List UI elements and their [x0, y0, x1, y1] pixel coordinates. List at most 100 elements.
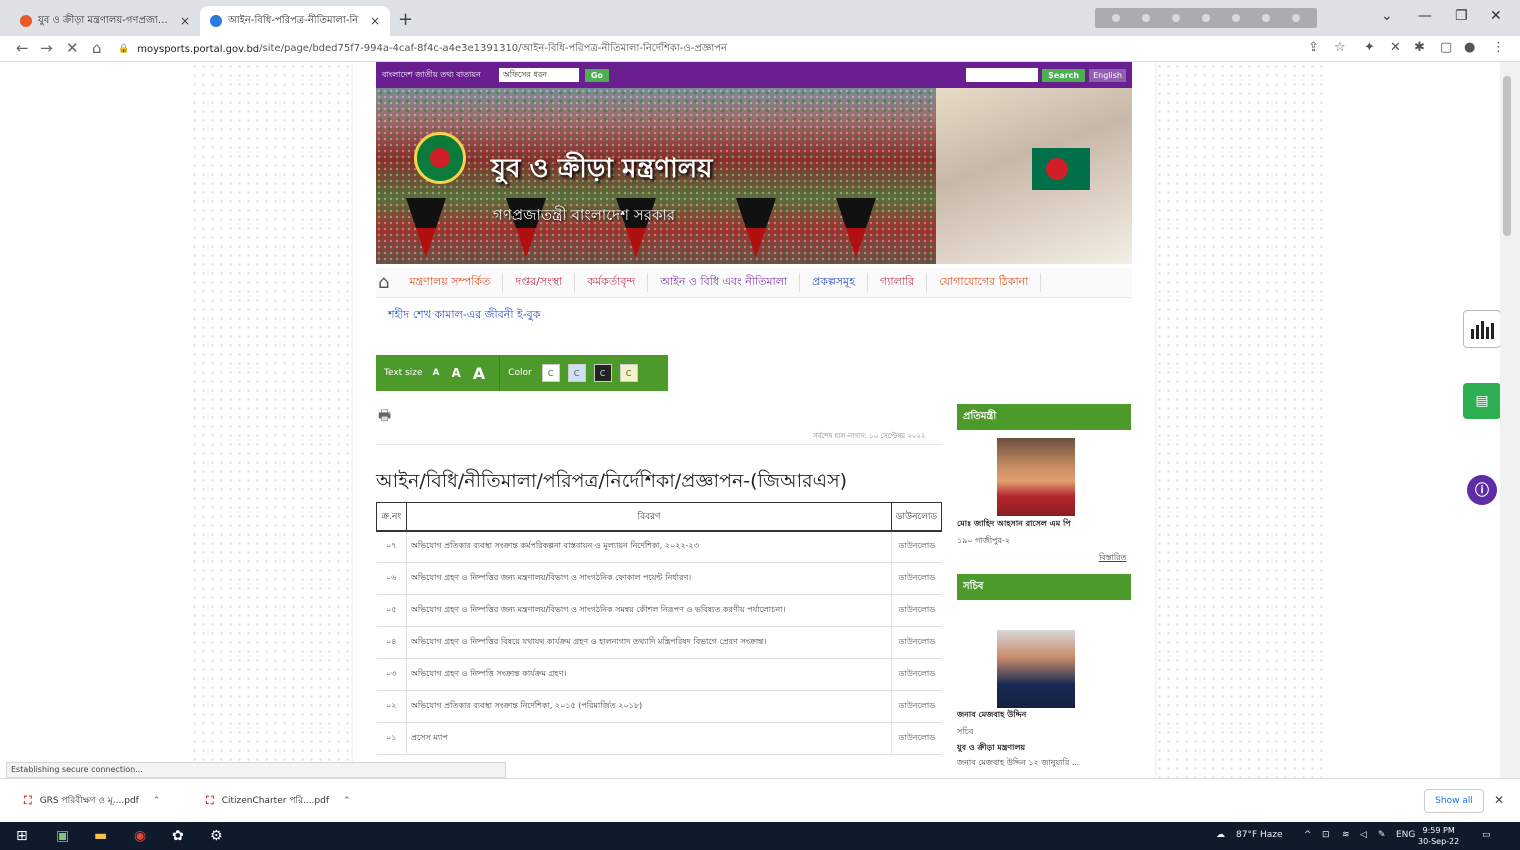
- go-button[interactable]: Go: [584, 68, 609, 82]
- page-title: আইন/বিধি/নীতিমালা/পরিপত্র/নির্দেশিকা/প্র…: [376, 470, 848, 492]
- download-item-2[interactable]: ⛶ CitizenCharter পরি....pdf ⌃: [206, 793, 351, 808]
- weather-status[interactable]: 87°F Haze: [1236, 830, 1283, 840]
- color-swatch-blue[interactable]: C: [567, 364, 586, 382]
- download-link[interactable]: ডাউনলোড: [891, 658, 942, 691]
- accessibility-icon[interactable]: ⓘ: [1467, 475, 1497, 505]
- pdf-icon: ⛶: [206, 793, 214, 807]
- chrome-app-icon[interactable]: ◉: [134, 828, 146, 844]
- text-size-small-button[interactable]: A: [433, 368, 440, 378]
- color-swatch-dark[interactable]: C: [593, 364, 612, 382]
- wifi-icon[interactable]: ≋: [1342, 830, 1350, 840]
- new-tab-icon[interactable]: +: [398, 9, 413, 30]
- back-icon[interactable]: ←: [16, 39, 29, 57]
- tab-title: আইন-বিধি-পরিপত্র-নীতিমালা-নি: [228, 14, 359, 26]
- network-icon[interactable]: ⊡: [1322, 830, 1330, 840]
- secretary-title: সচিব: [957, 727, 974, 736]
- stop-icon[interactable]: ✕: [66, 39, 79, 57]
- minister-details-link[interactable]: বিস্তারিত: [1099, 552, 1127, 565]
- site-search-input[interactable]: [966, 68, 1039, 82]
- url-path: /site/page/bded75f7-994a-4caf-8f4c-a4e3e…: [259, 42, 728, 54]
- menu-kebab-icon[interactable]: ⋮: [1492, 40, 1505, 55]
- color-swatch-yellow[interactable]: C: [619, 364, 638, 382]
- sidepanel-icon[interactable]: ▢: [1440, 40, 1452, 55]
- menu-item-ebook[interactable]: শহীদ শেখ কামাল-এর জীবনী ই-বুক: [388, 306, 541, 325]
- secretary-name: জনাব মেজবাহ উদ্দিন: [957, 710, 1027, 719]
- download-link[interactable]: ডাউনলোড: [891, 594, 942, 627]
- text-size-medium-button[interactable]: A: [451, 366, 460, 380]
- browser-tab-ministry[interactable]: যুব ও ক্রীড়া মন্ত্রণালয়-গণপ্রজাতন্ত্রী…: [10, 6, 200, 36]
- chevron-up-icon[interactable]: ⌃: [343, 796, 351, 806]
- print-icon[interactable]: 🖶: [378, 405, 391, 429]
- download-item-1[interactable]: ⛶ GRS পরিবীক্ষণ ও মূ....pdf ⌃: [24, 793, 160, 808]
- tab-search-icon[interactable]: ⌄: [1381, 8, 1393, 24]
- table-header-row: ক্র.নং বিবরণ ডাউনলোড: [376, 502, 942, 532]
- menu-item-about[interactable]: মন্ত্রণালয় সম্পর্কিত: [397, 273, 504, 292]
- minimize-icon[interactable]: —: [1418, 8, 1432, 24]
- excel-app-icon[interactable]: ▣: [56, 828, 69, 844]
- color-swatch-white[interactable]: C: [541, 364, 560, 382]
- weather-icon[interactable]: ☁: [1216, 830, 1225, 840]
- app-icon[interactable]: ✿: [172, 828, 184, 844]
- site-favicon-icon: [210, 15, 222, 27]
- chat-icon[interactable]: ▤: [1463, 383, 1500, 419]
- volume-icon[interactable]: ◁: [1360, 830, 1367, 840]
- accessibility-toolbar: Text size A A A Color C C C C: [376, 355, 668, 391]
- profile-avatar-icon[interactable]: ●: [1464, 40, 1475, 55]
- table-row: ০৬ অভিযোগ গ্রহণ ও নিষ্পত্তির জন্য মন্ত্রণ…: [376, 562, 942, 595]
- download-link[interactable]: ডাউনলোড: [891, 530, 942, 563]
- row-desc: অভিযোগ গ্রহণ ও নিষ্পত্তির বিষয়ে যথাযথ ক…: [406, 626, 892, 659]
- portal-link[interactable]: বাংলাদেশ জাতীয় তথ্য বাতায়ন: [382, 69, 481, 82]
- menu-item-projects[interactable]: প্রকল্পসমূহ: [800, 273, 869, 292]
- close-tab-icon[interactable]: ×: [370, 14, 380, 28]
- home-icon[interactable]: ⌂: [376, 272, 397, 293]
- tray-chevron-icon[interactable]: ^: [1304, 830, 1312, 840]
- notifications-icon[interactable]: ▭: [1482, 830, 1491, 840]
- window-close-icon[interactable]: ✕: [1490, 8, 1502, 24]
- minister-photo: [997, 438, 1075, 516]
- close-downloads-icon[interactable]: ✕: [1494, 793, 1504, 807]
- download-link[interactable]: ডাউনলোড: [891, 626, 942, 659]
- page-scrollbar[interactable]: [1500, 62, 1520, 778]
- restore-icon[interactable]: ❐: [1455, 8, 1468, 24]
- close-tab-icon[interactable]: ×: [180, 14, 190, 28]
- menu-item-laws[interactable]: আইন ও বিধি এবং নীতিমালা: [648, 273, 801, 292]
- web-page: বাংলাদেশ জাতীয় তথ্য বাতায়ন অফিসের ধরন …: [0, 62, 1500, 778]
- download-link[interactable]: ডাউনলোড: [891, 690, 942, 723]
- bookmark-star-icon[interactable]: ☆: [1334, 40, 1346, 55]
- clock[interactable]: 9:59 PM 30-Sep-22: [1418, 825, 1459, 847]
- row-desc: অভিযোগ গ্রহণ ও নিষ্পত্তির জন্য মন্ত্রণাল…: [406, 594, 892, 627]
- row-no: ০২: [376, 690, 407, 723]
- government-seal-logo[interactable]: [414, 132, 466, 184]
- url-input[interactable]: 🔒 moysports.portal.gov.bd /site/page/bde…: [118, 39, 1298, 59]
- pen-icon[interactable]: ✎: [1378, 830, 1386, 840]
- scrollbar-thumb[interactable]: [1503, 76, 1511, 236]
- menu-item-gallery[interactable]: গ্যালারি: [868, 273, 928, 292]
- chevron-up-icon[interactable]: ⌃: [153, 796, 161, 806]
- download-link[interactable]: ডাউনলোড: [891, 562, 942, 595]
- browser-tab-laws[interactable]: আইন-বিধি-পরিপত্র-নীতিমালা-নি ×: [200, 6, 390, 36]
- extension-icon[interactable]: ✦: [1364, 40, 1375, 55]
- row-desc: অভিযোগ গ্রহণ ও নিষ্পত্তির জন্য মন্ত্রণাল…: [406, 562, 892, 595]
- home-icon[interactable]: ⌂: [92, 39, 102, 57]
- office-type-select[interactable]: অফিসের ধরন: [498, 68, 579, 82]
- analytics-widget-button[interactable]: [1463, 310, 1500, 348]
- search-button[interactable]: Search: [1042, 68, 1086, 82]
- windows-start-icon[interactable]: ⊞: [16, 828, 28, 844]
- show-all-button[interactable]: Show all: [1424, 789, 1484, 813]
- extension-x-icon[interactable]: ✕: [1390, 40, 1401, 55]
- extensions-puzzle-icon[interactable]: ✱: [1414, 40, 1425, 55]
- english-button[interactable]: English: [1089, 68, 1126, 82]
- menu-item-officials[interactable]: কর্মকর্তাবৃন্দ: [575, 273, 649, 292]
- download-link[interactable]: ডাউনলোড: [891, 722, 942, 755]
- share-icon[interactable]: ⇪: [1308, 40, 1319, 55]
- forward-icon[interactable]: →: [40, 39, 53, 57]
- extension-strip[interactable]: [1095, 8, 1317, 28]
- menu-item-contact[interactable]: যোগাযোগের ঠিকানা: [927, 273, 1042, 292]
- settings-gear-icon[interactable]: ⚙: [210, 828, 223, 844]
- language-indicator[interactable]: ENG: [1396, 830, 1415, 840]
- menu-item-offices[interactable]: দপ্তর/সংস্থা: [503, 273, 576, 292]
- table-row: ০৪ অভিযোগ গ্রহণ ও নিষ্পত্তির বিষয়ে যথাযথ…: [376, 626, 942, 659]
- text-size-large-button[interactable]: A: [473, 364, 485, 383]
- file-explorer-icon[interactable]: ▬: [94, 828, 107, 844]
- last-updated: সর্বশেষ হাল-নাগাদ: ১০ সেপ্টেম্বর ২০২২: [813, 432, 926, 440]
